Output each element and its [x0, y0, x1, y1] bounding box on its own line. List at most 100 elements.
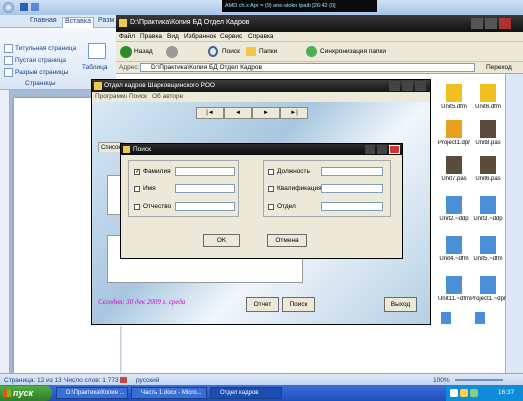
- firstname-input[interactable]: [175, 184, 235, 193]
- sync-button[interactable]: Синхронизация папки: [320, 48, 400, 55]
- undo-icon[interactable]: [31, 3, 39, 11]
- file-item[interactable]: Unit3.~ddp: [470, 194, 506, 234]
- firstname-label: Имя: [143, 185, 156, 192]
- report-button[interactable]: Отчет: [246, 297, 279, 312]
- file-label: Unit3.~ddp: [473, 216, 503, 222]
- position-input[interactable]: [321, 167, 383, 176]
- backup-file-icon: [446, 236, 462, 254]
- go-button[interactable]: Переход: [486, 64, 520, 71]
- file-item[interactable]: Unit7.pas: [436, 154, 472, 194]
- search-button[interactable]: Поиск: [222, 48, 242, 55]
- close-icon[interactable]: [499, 18, 511, 29]
- spellcheck-icon[interactable]: [120, 377, 127, 383]
- lastname-checkbox[interactable]: ✓: [134, 169, 140, 175]
- zoom-slider[interactable]: [455, 379, 503, 381]
- tray-icon[interactable]: [460, 389, 468, 397]
- qualification-input[interactable]: [321, 184, 383, 193]
- file-item[interactable]: Unit2.~ddp: [436, 194, 472, 234]
- cancel-button[interactable]: Отмена: [267, 234, 307, 247]
- page-break-label: Разрыв страницы: [15, 68, 69, 76]
- tab-home[interactable]: Главная: [30, 17, 60, 28]
- tab-insert[interactable]: Вставка: [62, 17, 94, 28]
- ok-button[interactable]: OK: [203, 234, 240, 247]
- menu-favorites[interactable]: Избранное: [184, 33, 216, 40]
- close-icon[interactable]: [389, 145, 400, 154]
- taskbar-item-word[interactable]: Часть 1.docx - Micro...: [131, 387, 207, 399]
- back-button[interactable]: Назад: [134, 48, 154, 55]
- file-item[interactable]: Unit6.pas: [470, 154, 506, 194]
- file-item[interactable]: Unit6.dfm: [470, 82, 506, 122]
- menu-search[interactable]: Поиск: [129, 93, 149, 100]
- file-label: Unit4.~dfm: [439, 256, 469, 262]
- minimize-icon[interactable]: [365, 145, 375, 154]
- minimize-icon[interactable]: [471, 18, 483, 29]
- menu-edit[interactable]: Правка: [140, 33, 164, 40]
- patronymic-checkbox[interactable]: [134, 204, 140, 210]
- file-item[interactable]: Unit11.~dfm: [436, 274, 472, 314]
- address-input[interactable]: D:\Практика\Копия БД Отдел Кадров: [140, 63, 475, 72]
- qualification-checkbox[interactable]: [268, 186, 274, 192]
- file-label: Unit11.~dfm: [437, 296, 471, 302]
- close-icon[interactable]: [415, 81, 426, 91]
- table-icon[interactable]: [88, 43, 106, 59]
- menu-about[interactable]: Об авторе: [152, 93, 188, 100]
- department-input[interactable]: [321, 202, 383, 211]
- maximize-icon[interactable]: [402, 81, 413, 91]
- nav-prev-button[interactable]: ◄: [224, 107, 252, 119]
- cover-page-button[interactable]: Титульная страница: [4, 43, 79, 53]
- search-button[interactable]: Поиск: [282, 297, 315, 312]
- address-label: Адрес:: [119, 64, 139, 71]
- explorer-titlebar: D:\Практика\Копия БД Отдел Кадров: [116, 15, 523, 32]
- file-item[interactable]: Unit5.dfm: [436, 82, 472, 122]
- nav-last-button[interactable]: ►|: [280, 107, 308, 119]
- word-scrollbar[interactable]: [505, 28, 523, 373]
- menu-help[interactable]: Справка: [248, 33, 274, 40]
- tab-layout[interactable]: Разм: [98, 17, 118, 28]
- menu-tools[interactable]: Сервис: [220, 33, 244, 40]
- menu-file[interactable]: Файл: [119, 33, 137, 40]
- sync-icon: [306, 46, 317, 57]
- data-grid[interactable]: [107, 175, 121, 215]
- tray-icon[interactable]: [470, 389, 478, 397]
- forward-arrow-icon[interactable]: [166, 46, 178, 58]
- system-tray: 16:37: [446, 385, 523, 401]
- start-button[interactable]: пуск: [0, 386, 52, 401]
- position-checkbox[interactable]: [268, 169, 274, 175]
- media-bar-text: AMD ch.x Apr = (9) ane-stokn tpaib [26:4…: [225, 3, 336, 9]
- minimize-icon[interactable]: [389, 81, 400, 91]
- maximize-icon[interactable]: [485, 18, 497, 29]
- page-break-button[interactable]: Разрыв страницы: [4, 67, 79, 77]
- taskbar-item-explorer[interactable]: D:\Практика\Копия ...: [56, 387, 128, 399]
- search-dialog-title: Поиск: [133, 146, 152, 153]
- file-icon[interactable]: [475, 312, 485, 324]
- cover-page-icon: [4, 43, 13, 53]
- tray-icon[interactable]: [450, 389, 458, 397]
- save-icon[interactable]: [20, 3, 28, 11]
- nav-first-button[interactable]: |◄: [196, 107, 224, 119]
- taskbar-item-app[interactable]: Отдел кадров: [210, 387, 282, 399]
- firstname-checkbox[interactable]: [134, 186, 140, 192]
- app-titlebar: Отдел кадров Шарковщинского РОО: [92, 80, 430, 92]
- maximize-icon[interactable]: [377, 145, 387, 154]
- exit-button[interactable]: Выход: [384, 297, 417, 312]
- lastname-input[interactable]: [175, 167, 235, 176]
- patronymic-input[interactable]: [175, 202, 235, 211]
- menu-view[interactable]: Вид: [167, 33, 181, 40]
- status-page: Страница: 12 из 13: [4, 377, 62, 384]
- menu-program[interactable]: Программа: [95, 93, 127, 100]
- file-icon[interactable]: [441, 312, 451, 324]
- back-arrow-icon[interactable]: [120, 46, 132, 58]
- pas-file-icon: [480, 156, 496, 174]
- office-button[interactable]: [3, 2, 14, 13]
- folders-button[interactable]: Папки: [259, 48, 279, 55]
- status-words: Число слов: 1 773: [64, 377, 119, 384]
- status-language[interactable]: русский: [136, 377, 176, 384]
- file-item[interactable]: Project1.~dpr: [470, 274, 506, 314]
- blank-page-button[interactable]: Пустая страница: [4, 55, 79, 65]
- file-item[interactable]: Unit4.~dfm: [436, 234, 472, 274]
- nav-next-button[interactable]: ►: [252, 107, 280, 119]
- file-item[interactable]: Unit8.pas: [470, 118, 506, 158]
- file-item[interactable]: Project1.dpr: [436, 118, 472, 158]
- file-item[interactable]: Unit5.~dfm: [470, 234, 506, 274]
- department-checkbox[interactable]: [268, 204, 274, 210]
